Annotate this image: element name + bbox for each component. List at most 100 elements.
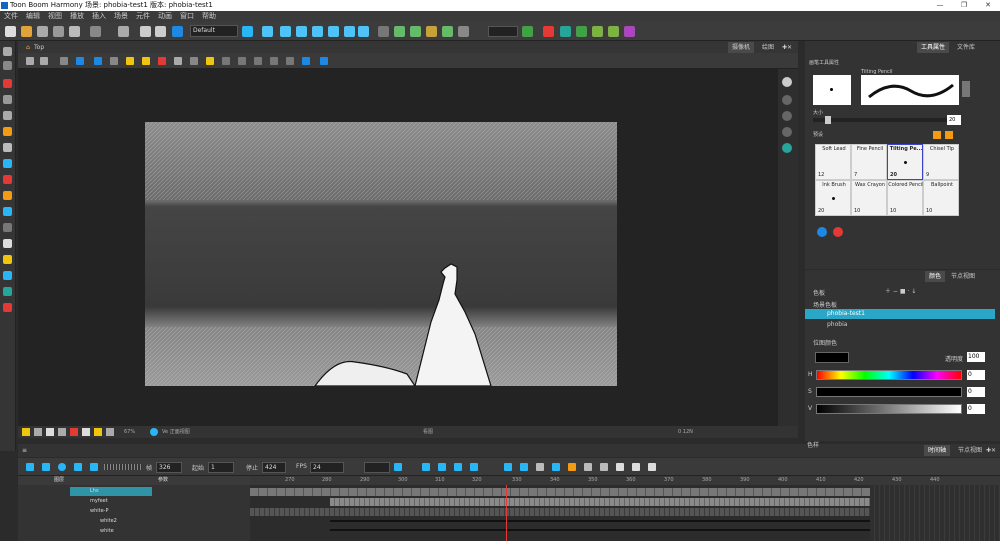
- playhead[interactable]: [506, 476, 507, 541]
- hue-slider[interactable]: [816, 370, 962, 380]
- speed-slider[interactable]: [104, 464, 142, 470]
- maximize-button[interactable]: ❐: [952, 0, 976, 11]
- layer-row[interactable]: white: [18, 527, 250, 536]
- lock-alt-icon[interactable]: [142, 57, 150, 65]
- stop-motion-icon[interactable]: [470, 463, 478, 471]
- crop-icon[interactable]: [94, 57, 102, 65]
- zoom-readout[interactable]: 67%: [124, 426, 135, 438]
- merge-icon[interactable]: [254, 57, 262, 65]
- onion-icon[interactable]: [82, 428, 90, 436]
- layer-name[interactable]: white-P: [90, 507, 109, 516]
- keyframe-remove-icon[interactable]: [520, 463, 528, 471]
- pencil-tool-icon[interactable]: [3, 95, 12, 104]
- cut-stroke-icon[interactable]: [238, 57, 246, 65]
- key-alt-icon[interactable]: [438, 463, 446, 471]
- select-icon[interactable]: [26, 57, 34, 65]
- lock-icon[interactable]: [126, 57, 134, 65]
- palette-item[interactable]: phobia: [805, 320, 995, 330]
- open-icon[interactable]: [21, 26, 32, 37]
- stop-field[interactable]: 424: [262, 462, 286, 473]
- layer-name[interactable]: white2: [100, 517, 117, 526]
- brush-preset-selected[interactable]: Tilting Pe... 20: [887, 144, 923, 180]
- frame-field[interactable]: 326: [156, 462, 182, 473]
- tab-drawing[interactable]: 绘图: [758, 42, 778, 53]
- loop-icon[interactable]: [58, 463, 66, 471]
- mask-icon[interactable]: [442, 26, 453, 37]
- fit-icon[interactable]: [76, 57, 84, 65]
- menu-window[interactable]: 窗口: [180, 12, 194, 20]
- spline-icon[interactable]: [328, 26, 339, 37]
- easing-icon[interactable]: [568, 463, 576, 471]
- menu-help[interactable]: 帮助: [202, 12, 216, 20]
- menu-scene[interactable]: 场景: [114, 12, 128, 20]
- align-icon[interactable]: [270, 57, 278, 65]
- hue-field[interactable]: 0: [967, 370, 985, 380]
- breadcrumb-top[interactable]: Top: [30, 42, 48, 53]
- safe-icon[interactable]: [58, 428, 66, 436]
- brush-tip-preview[interactable]: [813, 75, 851, 105]
- flatten-icon[interactable]: [222, 57, 230, 65]
- active-layer-icon[interactable]: [782, 143, 792, 153]
- menu-element[interactable]: 元件: [136, 12, 150, 20]
- frame-grid[interactable]: [250, 476, 1000, 541]
- flip-icon[interactable]: [110, 57, 118, 65]
- frame-track[interactable]: [330, 520, 870, 522]
- timeline-menu-icon[interactable]: ≡: [18, 445, 31, 456]
- step-icon[interactable]: [42, 463, 50, 471]
- layer-row[interactable]: white2: [18, 517, 250, 526]
- zoom-tool-icon[interactable]: [3, 223, 12, 232]
- layer-name[interactable]: white: [100, 527, 114, 536]
- expand-arrow-icon[interactable]: [962, 81, 970, 97]
- eraser-tool-icon[interactable]: [3, 127, 12, 136]
- start-field[interactable]: 1: [208, 462, 234, 473]
- value-slider[interactable]: [816, 404, 962, 414]
- undo-icon[interactable]: [90, 26, 101, 37]
- hand-tool-icon[interactable]: [3, 239, 12, 248]
- rz-icon[interactable]: [624, 26, 635, 37]
- layer-down-icon[interactable]: [782, 127, 792, 137]
- interpolation-dropdown[interactable]: [364, 462, 390, 473]
- preset-add-icon[interactable]: [933, 131, 941, 139]
- brush-tool-icon[interactable]: [3, 79, 12, 88]
- preset-dropdown[interactable]: [488, 26, 518, 37]
- menu-view[interactable]: 视图: [48, 12, 62, 20]
- tab-colour[interactable]: 颜色: [925, 271, 946, 282]
- pivot-icon[interactable]: [320, 57, 328, 65]
- layer-name[interactable]: Lhs: [90, 487, 99, 496]
- tab-node-view-2[interactable]: 节点视图: [947, 271, 979, 282]
- rotate-icon[interactable]: [280, 26, 291, 37]
- scale-icon[interactable]: [296, 26, 307, 37]
- stroke-icon[interactable]: [174, 57, 182, 65]
- light-icon[interactable]: [22, 428, 30, 436]
- brush-preset[interactable]: Ballpoint 10: [923, 180, 959, 216]
- brush-preset[interactable]: Colored Pencil 10: [887, 180, 924, 216]
- light-table-icon[interactable]: [410, 26, 421, 37]
- save-all-icon[interactable]: [53, 26, 64, 37]
- clear-icon[interactable]: [648, 463, 656, 471]
- contour-tool-icon[interactable]: [3, 61, 12, 70]
- frame-icon[interactable]: [46, 428, 54, 436]
- value-field[interactable]: 0: [967, 404, 985, 414]
- brush-preset[interactable]: Wax Crayon 10: [851, 180, 887, 216]
- skew-icon[interactable]: [312, 26, 323, 37]
- opacity-field[interactable]: 100: [967, 352, 985, 362]
- line-icon[interactable]: [158, 57, 166, 65]
- layer-icon[interactable]: [782, 95, 792, 105]
- saturation-field[interactable]: 0: [967, 387, 985, 397]
- menu-animation[interactable]: 动画: [158, 12, 172, 20]
- view-icon[interactable]: [150, 428, 158, 436]
- workspace-icon[interactable]: [172, 26, 183, 37]
- morph-tool-icon[interactable]: [3, 255, 12, 264]
- stamp-tool-icon[interactable]: [3, 287, 12, 296]
- cut-icon[interactable]: [118, 26, 129, 37]
- distribute-icon[interactable]: [286, 57, 294, 65]
- frame-track[interactable]: [330, 529, 870, 531]
- play-icon[interactable]: [26, 463, 34, 471]
- tab-timeline[interactable]: 时间轴: [924, 445, 951, 456]
- panel-menu-icon[interactable]: ✚✕: [778, 42, 796, 53]
- save-icon[interactable]: [37, 26, 48, 37]
- preset-menu-icon[interactable]: [945, 131, 953, 139]
- tab-library[interactable]: 文件库: [953, 42, 979, 53]
- ry-icon[interactable]: [608, 26, 619, 37]
- brush-preset[interactable]: Soft Lead 12: [815, 144, 851, 180]
